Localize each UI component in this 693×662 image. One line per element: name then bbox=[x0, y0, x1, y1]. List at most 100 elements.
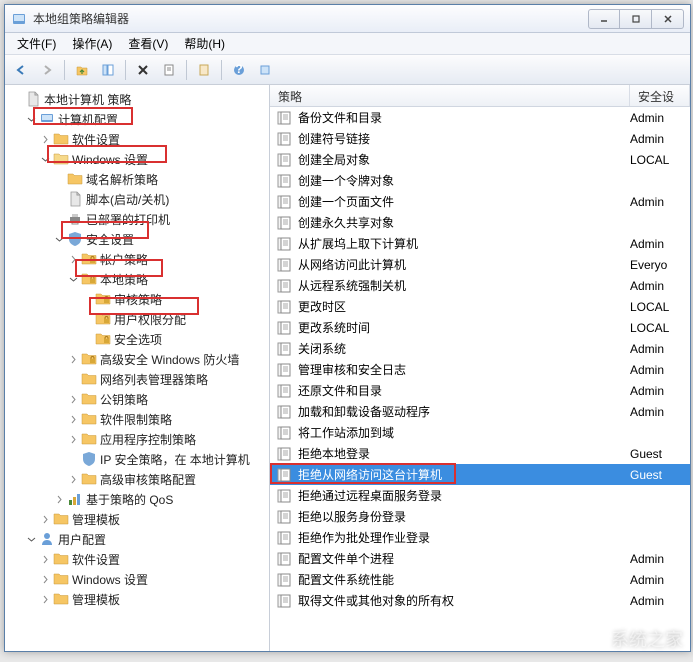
tree-node-windows_settings[interactable]: Windows 设置 bbox=[5, 149, 269, 169]
list-body[interactable]: 备份文件和目录Admin创建符号链接Admin创建全局对象LOCAL创建一个令牌… bbox=[270, 107, 690, 651]
column-header-security[interactable]: 安全设 bbox=[630, 85, 690, 106]
expand-icon[interactable] bbox=[53, 173, 65, 185]
expand-icon[interactable] bbox=[81, 313, 93, 325]
tree-pane[interactable]: 本地计算机 策略计算机配置软件设置Windows 设置域名解析策略脚本(启动/关… bbox=[5, 85, 270, 651]
expand-icon[interactable] bbox=[53, 493, 65, 505]
list-row[interactable]: 拒绝通过远程桌面服务登录 bbox=[270, 485, 690, 506]
up-button[interactable] bbox=[70, 58, 94, 82]
expand-icon[interactable] bbox=[39, 133, 51, 145]
list-row[interactable]: 备份文件和目录Admin bbox=[270, 107, 690, 128]
expand-icon[interactable] bbox=[25, 113, 37, 125]
list-row[interactable]: 取得文件或其他对象的所有权Admin bbox=[270, 590, 690, 611]
tree-node-security_settings[interactable]: 安全设置 bbox=[5, 229, 269, 249]
tree-node-policy_qos[interactable]: 基于策略的 QoS bbox=[5, 489, 269, 509]
list-row[interactable]: 拒绝从网络访问这台计算机Guest bbox=[270, 464, 690, 485]
expand-icon[interactable] bbox=[67, 273, 79, 285]
show-hide-tree-button[interactable] bbox=[96, 58, 120, 82]
tree-node-computer_config[interactable]: 计算机配置 bbox=[5, 109, 269, 129]
list-row[interactable]: 创建符号链接Admin bbox=[270, 128, 690, 149]
expand-icon[interactable] bbox=[39, 153, 51, 165]
menu-help[interactable]: 帮助(H) bbox=[176, 33, 233, 54]
tree-node-admin_templates[interactable]: 管理模板 bbox=[5, 509, 269, 529]
list-row[interactable]: 配置文件系统性能Admin bbox=[270, 569, 690, 590]
tree-node-security_options[interactable]: 安全选项 bbox=[5, 329, 269, 349]
tree-node-windows_settings2[interactable]: Windows 设置 bbox=[5, 569, 269, 589]
folder-icon bbox=[53, 571, 69, 587]
tree-node-local_policies[interactable]: 本地策略 bbox=[5, 269, 269, 289]
expand-icon[interactable] bbox=[25, 533, 37, 545]
list-row[interactable]: 将工作站添加到域 bbox=[270, 422, 690, 443]
expand-icon[interactable] bbox=[11, 93, 23, 105]
expand-icon[interactable] bbox=[81, 333, 93, 345]
tree-node-name_resolution[interactable]: 域名解析策略 bbox=[5, 169, 269, 189]
close-button[interactable] bbox=[652, 9, 684, 29]
expand-icon[interactable] bbox=[53, 213, 65, 225]
expand-icon[interactable] bbox=[67, 393, 79, 405]
column-header-policy[interactable]: 策略 bbox=[270, 85, 630, 106]
maximize-button[interactable] bbox=[620, 9, 652, 29]
menu-action[interactable]: 操作(A) bbox=[64, 33, 120, 54]
tree-node-root[interactable]: 本地计算机 策略 bbox=[5, 89, 269, 109]
tree-node-network_list[interactable]: 网络列表管理器策略 bbox=[5, 369, 269, 389]
tree-node-deployed_printers[interactable]: 已部署的打印机 bbox=[5, 209, 269, 229]
expand-icon[interactable] bbox=[67, 373, 79, 385]
list-row[interactable]: 从网络访问此计算机Everyo bbox=[270, 254, 690, 275]
expand-icon[interactable] bbox=[39, 593, 51, 605]
refresh-button[interactable] bbox=[253, 58, 277, 82]
tree-node-audit_policy[interactable]: 审核策略 bbox=[5, 289, 269, 309]
back-button[interactable] bbox=[9, 58, 33, 82]
tree-node-software_settings[interactable]: 软件设置 bbox=[5, 129, 269, 149]
delete-button[interactable] bbox=[131, 58, 155, 82]
expand-icon[interactable] bbox=[67, 353, 79, 365]
tree-node-user_rights[interactable]: 用户权限分配 bbox=[5, 309, 269, 329]
tree-node-public_key[interactable]: 公钥策略 bbox=[5, 389, 269, 409]
expand-icon[interactable] bbox=[39, 573, 51, 585]
tree-node-account_policies[interactable]: 帐户策略 bbox=[5, 249, 269, 269]
tree-node-app_control[interactable]: 应用程序控制策略 bbox=[5, 429, 269, 449]
list-row[interactable]: 拒绝以服务身份登录 bbox=[270, 506, 690, 527]
menu-file[interactable]: 文件(F) bbox=[9, 33, 64, 54]
expand-icon[interactable] bbox=[67, 253, 79, 265]
tree-node-user_config[interactable]: 用户配置 bbox=[5, 529, 269, 549]
expand-icon[interactable] bbox=[67, 433, 79, 445]
expand-icon[interactable] bbox=[81, 293, 93, 305]
list-label: 将工作站添加到域 bbox=[298, 424, 630, 441]
list-row[interactable]: 创建一个令牌对象 bbox=[270, 170, 690, 191]
expand-icon[interactable] bbox=[39, 553, 51, 565]
list-row[interactable]: 从远程系统强制关机Admin bbox=[270, 275, 690, 296]
list-row[interactable]: 还原文件和目录Admin bbox=[270, 380, 690, 401]
list-row[interactable]: 从扩展坞上取下计算机Admin bbox=[270, 233, 690, 254]
list-row[interactable]: 更改系统时间LOCAL bbox=[270, 317, 690, 338]
expand-icon[interactable] bbox=[67, 473, 79, 485]
menu-view[interactable]: 查看(V) bbox=[120, 33, 176, 54]
list-row[interactable]: 更改时区LOCAL bbox=[270, 296, 690, 317]
expand-icon[interactable] bbox=[53, 233, 65, 245]
expand-icon[interactable] bbox=[39, 513, 51, 525]
list-value: LOCAL bbox=[630, 153, 690, 167]
tree-node-software_settings2[interactable]: 软件设置 bbox=[5, 549, 269, 569]
tree-node-advanced_firewall[interactable]: 高级安全 Windows 防火墙 bbox=[5, 349, 269, 369]
export-button[interactable] bbox=[192, 58, 216, 82]
forward-button[interactable] bbox=[35, 58, 59, 82]
tree-node-ip_security[interactable]: IP 安全策略，在 本地计算机 bbox=[5, 449, 269, 469]
list-row[interactable]: 关闭系统Admin bbox=[270, 338, 690, 359]
list-row[interactable]: 管理审核和安全日志Admin bbox=[270, 359, 690, 380]
minimize-button[interactable] bbox=[588, 9, 620, 29]
help-button[interactable]: ? bbox=[227, 58, 251, 82]
tree-node-software_restriction[interactable]: 软件限制策略 bbox=[5, 409, 269, 429]
properties-button[interactable] bbox=[157, 58, 181, 82]
list-row[interactable]: 拒绝本地登录Guest bbox=[270, 443, 690, 464]
expand-icon[interactable] bbox=[53, 193, 65, 205]
list-row[interactable]: 创建永久共享对象 bbox=[270, 212, 690, 233]
expand-icon[interactable] bbox=[67, 453, 79, 465]
list-row[interactable]: 创建一个页面文件Admin bbox=[270, 191, 690, 212]
tree-node-admin_templates2[interactable]: 管理模板 bbox=[5, 589, 269, 609]
tree-node-scripts[interactable]: 脚本(启动/关机) bbox=[5, 189, 269, 209]
expand-icon[interactable] bbox=[67, 413, 79, 425]
list-row[interactable]: 加载和卸载设备驱动程序Admin bbox=[270, 401, 690, 422]
list-row[interactable]: 拒绝作为批处理作业登录 bbox=[270, 527, 690, 548]
list-row[interactable]: 配置文件单个进程Admin bbox=[270, 548, 690, 569]
tree-node-advanced_audit[interactable]: 高级审核策略配置 bbox=[5, 469, 269, 489]
list-row[interactable]: 创建全局对象LOCAL bbox=[270, 149, 690, 170]
folder-icon bbox=[53, 511, 69, 527]
